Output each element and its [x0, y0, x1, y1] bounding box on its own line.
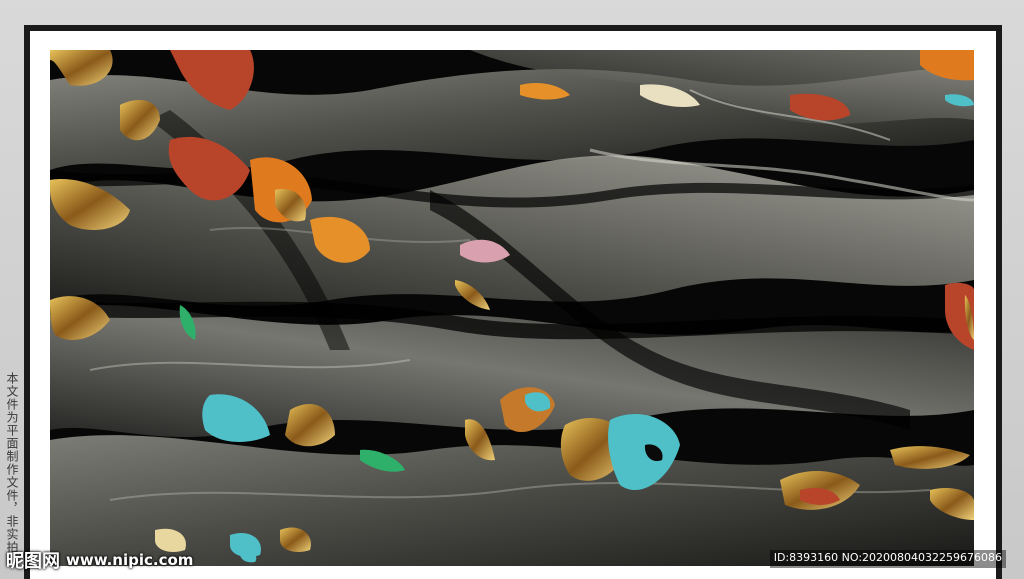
- watermark-logo: 昵图网 www.nipic.com: [6, 547, 193, 573]
- abstract-artwork: [50, 50, 974, 566]
- watermark-id: ID:8393160 NO:20200804032259676086: [769, 550, 1006, 568]
- watermark-brand: 昵图网: [6, 551, 60, 572]
- picture-mat: [30, 31, 996, 579]
- picture-frame: [24, 25, 1002, 579]
- watermark-url: www.nipic.com: [66, 551, 194, 569]
- side-note-text: 本文件为平面制作文件，非实拍: [5, 372, 19, 554]
